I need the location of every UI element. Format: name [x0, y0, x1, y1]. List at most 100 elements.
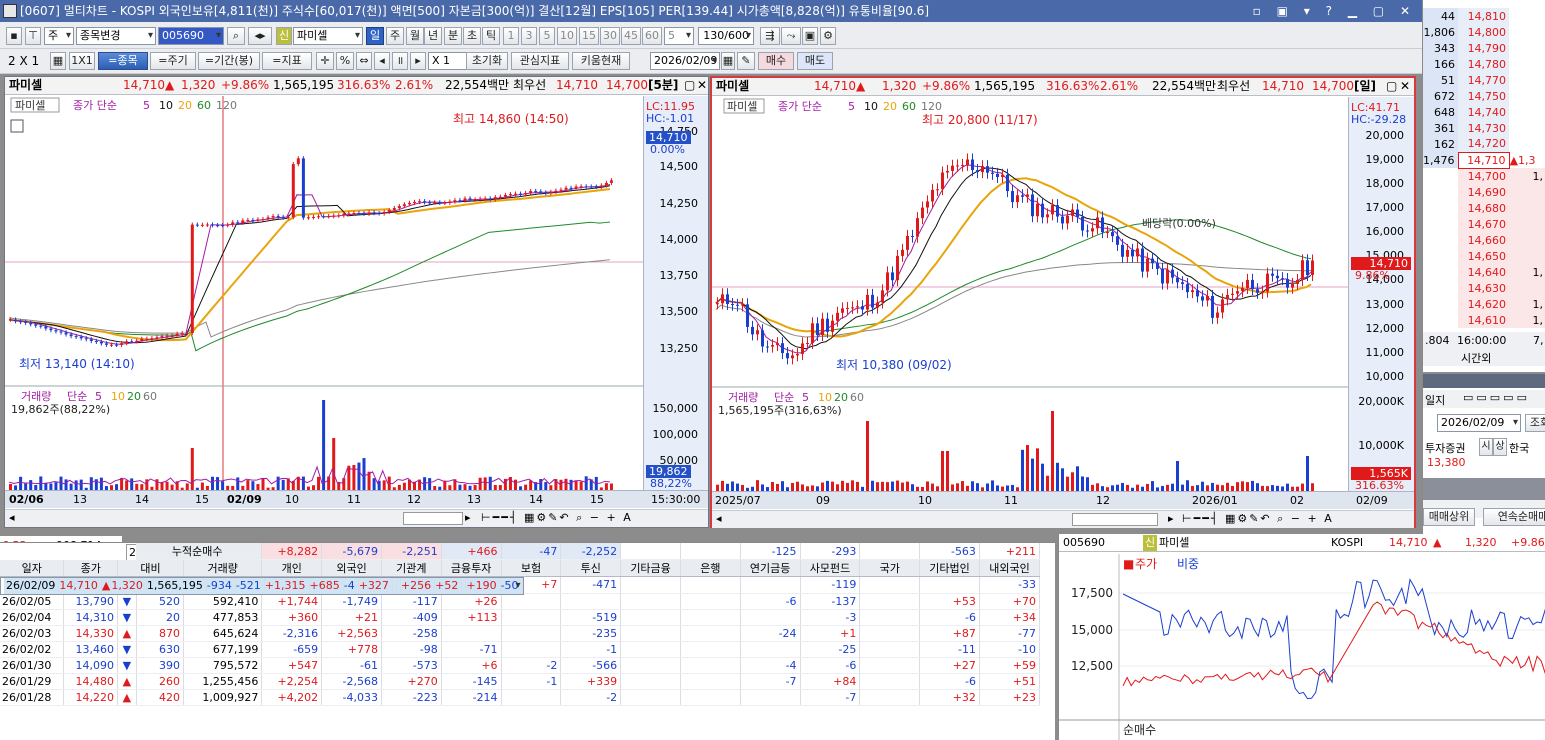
table-row[interactable]: 26/01/28 14,220 ▲ 420 1,009,927 +4,202 -4,033-…: [0, 689, 1041, 706]
ask-row[interactable]: 166 14,780: [1423, 56, 1545, 72]
date-field[interactable]: 2026/02/09: [650, 52, 720, 70]
ask-row[interactable]: 361 14,730: [1423, 120, 1545, 136]
tool-icon-1[interactable]: ⇶: [760, 27, 780, 45]
minute-select[interactable]: 5: [664, 27, 694, 45]
right-scrollbar[interactable]: ◂ ▸ ⊢━━┤ ▦⚙✎↶ ⌕ − + A: [712, 510, 1414, 528]
period-year[interactable]: 년: [424, 27, 442, 45]
link-cycle-button[interactable]: =주기: [150, 52, 196, 70]
bid-row[interactable]: 14,650: [1423, 248, 1545, 264]
period-month[interactable]: 월: [406, 27, 424, 45]
new-window-icon[interactable]: ▪: [6, 27, 22, 45]
right-candle-45: [941, 172, 944, 190]
left-scrollbar[interactable]: ◂ ▸ ⊢━━┤ ▦⚙✎↶ ⌕ − + A: [5, 509, 708, 527]
right-close-icon[interactable]: ✕: [1400, 78, 1410, 95]
period-second[interactable]: 초: [463, 27, 481, 45]
broker-tab-c[interactable]: 한국: [1509, 440, 1529, 456]
bid-row[interactable]: 14,630: [1423, 280, 1545, 296]
table-row[interactable]: 26/02/05 13,790 ▼ 520 592,410 +1,744 -1,749 -11…: [0, 593, 1041, 610]
ratio-line-chart[interactable]: ■주가비중17,50015,00012,500순매수0: [1059, 554, 1545, 740]
cycle-select[interactable]: 주: [44, 27, 74, 45]
prev-icon[interactable]: ◂: [374, 52, 390, 70]
ask-row[interactable]: 162 14,720: [1423, 136, 1545, 152]
period-week[interactable]: 주: [386, 27, 404, 45]
draw-icon[interactable]: ✎: [737, 52, 755, 70]
minute-30[interactable]: 30: [600, 27, 620, 45]
link-indicator-button[interactable]: =지표: [262, 52, 312, 70]
ask-row[interactable]: 672 14,750: [1423, 88, 1545, 104]
left-close-icon[interactable]: ✕: [697, 77, 707, 94]
bid-row[interactable]: 14,700 1,: [1423, 168, 1545, 184]
save-icon[interactable]: ▣: [802, 27, 818, 45]
left-bottom-tools[interactable]: ⊢━━┤ ▦⚙✎↶ ⌕ − + A: [481, 511, 633, 525]
minute-60[interactable]: 60: [642, 27, 662, 45]
minute-5[interactable]: 5: [539, 27, 555, 45]
bar-count-field[interactable]: 130/600: [698, 27, 754, 45]
search-icon[interactable]: ⌕: [227, 27, 245, 45]
table-row[interactable]: 26/01/30 14,090 ▼ 390 795,572 +547 -61 -573 +6 -2…: [0, 657, 1041, 674]
right-bottom-tools[interactable]: ⊢━━┤ ▦⚙✎↶ ⌕ − + A: [1182, 512, 1334, 526]
table-row[interactable]: 26/02/09 14,710 ▲ 1,320 1,565,195 -934 -521 +1,…: [0, 577, 524, 595]
table-row[interactable]: 26/02/02 13,460 ▼ 630 677,199 -659 +778 -98 -71-…: [0, 641, 1041, 658]
settings-icon[interactable]: ⚙: [820, 27, 836, 45]
intraday-chart-area[interactable]: 파미셀 종가 단순 5 10 20 60 120최고 14,860 (14:50)최저 13…: [5, 96, 643, 508]
stock-change-select[interactable]: 종목변경: [76, 27, 156, 45]
bid-row[interactable]: 14,640 1,: [1423, 264, 1545, 280]
minute-1[interactable]: 1: [503, 27, 519, 45]
calendar-icon[interactable]: ▦: [721, 52, 735, 70]
right-maximize-icon[interactable]: ▢: [1386, 78, 1397, 95]
investor-table[interactable]: 누적순매수 +8,282 -5,679 -2,251 +466 -47 -2,252 -125…: [0, 543, 1041, 706]
consecutive-net-tab[interactable]: 연속순매매: [1483, 508, 1545, 526]
top-trades-tab[interactable]: 매매상위: [1423, 508, 1475, 526]
stock-name-field[interactable]: 파미셀: [293, 27, 363, 45]
stock-code-input[interactable]: 005690: [158, 27, 224, 45]
minute-15[interactable]: 15: [579, 27, 599, 45]
bid-row[interactable]: 14,690: [1423, 184, 1545, 200]
zoom-icon[interactable]: ⇔: [356, 52, 372, 70]
table-row[interactable]: 26/01/29 14,480 ▲ 260 1,255,456 +2,254 -2,568 +…: [0, 673, 1041, 690]
bid-row[interactable]: 14,610 1,: [1423, 312, 1545, 328]
link-stock-button[interactable]: =종목: [98, 52, 148, 70]
period-tick[interactable]: 틱: [482, 27, 500, 45]
tool-icon-2[interactable]: ⤳: [781, 27, 801, 45]
bid-qty: [1509, 200, 1545, 216]
left-maximize-icon[interactable]: ▢: [684, 77, 695, 94]
grid-1x1[interactable]: 1X1: [69, 52, 95, 70]
minute-10[interactable]: 10: [557, 27, 577, 45]
ask-row[interactable]: 648 14,740: [1423, 104, 1545, 120]
broker-lookup-button[interactable]: 조회: [1525, 414, 1545, 432]
grid-icon[interactable]: ▦: [50, 52, 66, 70]
broker-date-field[interactable]: 2026/02/09: [1437, 414, 1521, 432]
crosshair-icon[interactable]: ✛: [316, 52, 334, 70]
buy-button[interactable]: 매수: [758, 52, 794, 70]
next-icon[interactable]: ▸: [410, 52, 426, 70]
kiwoom-now-button[interactable]: 키움현재: [572, 52, 630, 70]
ask-row[interactable]: 343 14,790: [1423, 40, 1545, 56]
daily-chart-area[interactable]: 파미셀 종가 단순 5 10 20 60 120최고 20,800 (11/17)최저 10…: [712, 97, 1348, 509]
table-row[interactable]: 26/02/03 14,330 ▲ 870 645,624 -2,316 +2,563 -25…: [0, 625, 1041, 642]
bid-row[interactable]: 14,670: [1423, 216, 1545, 232]
minute-3[interactable]: 3: [521, 27, 537, 45]
minute-45[interactable]: 45: [621, 27, 641, 45]
ask-row[interactable]: 51 14,770: [1423, 72, 1545, 88]
ratio-code[interactable]: 005690: [1063, 535, 1105, 551]
period-minute[interactable]: 분: [444, 27, 462, 45]
broker-tab-a[interactable]: 시: [1479, 438, 1493, 456]
sell-button[interactable]: 매도: [797, 52, 833, 70]
bid-row[interactable]: 14,680: [1423, 200, 1545, 216]
table-row[interactable]: 26/02/04 14,310 ▼ 20 477,853 +360 +21 -409 +113-…: [0, 609, 1041, 626]
link-period-button[interactable]: =기간(봉): [198, 52, 260, 70]
bid-row[interactable]: 14,620 1,: [1423, 296, 1545, 312]
window-controls[interactable]: ▫ ▣ ▾ ? ▁ ▢ ✕: [1253, 0, 1416, 22]
speaker-icon[interactable]: ◂▸: [248, 27, 272, 45]
reset-button[interactable]: 초기화: [466, 52, 508, 70]
ask-row[interactable]: 44 14,810: [1423, 8, 1545, 24]
ask-row[interactable]: 1,476 14,710 ▲1,3: [1423, 151, 1545, 169]
broker-tab-b[interactable]: 상: [1493, 438, 1507, 456]
period-day[interactable]: 일: [366, 27, 384, 45]
pause-icon[interactable]: ॥: [392, 52, 408, 70]
pin-icon[interactable]: ⊤: [25, 27, 41, 45]
bid-row[interactable]: 14,660: [1423, 232, 1545, 248]
ask-row[interactable]: 1,806 14,800: [1423, 24, 1545, 40]
percent-icon[interactable]: %: [336, 52, 354, 70]
watch-indicator-button[interactable]: 관심지표: [511, 52, 569, 70]
